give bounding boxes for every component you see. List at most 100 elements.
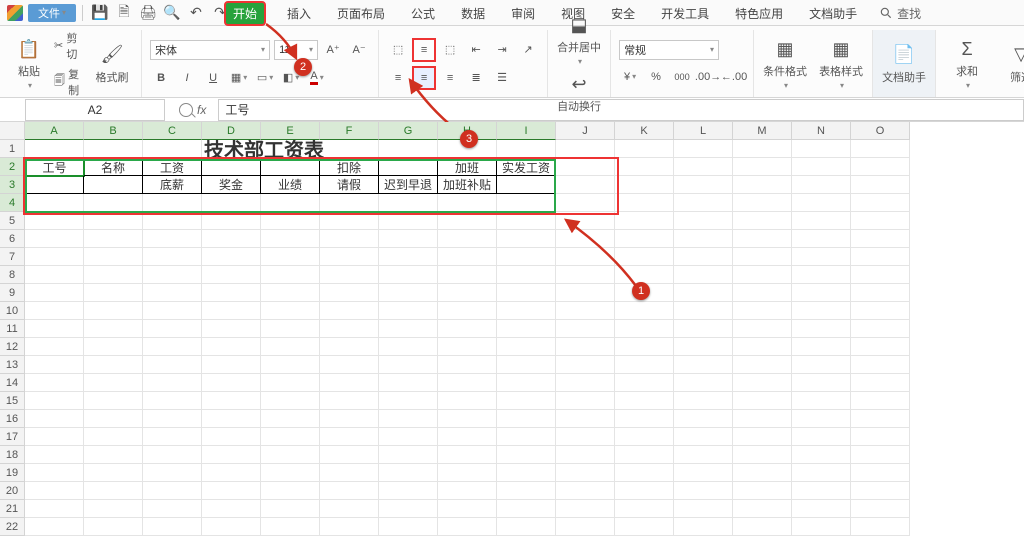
cell-A21[interactable] <box>25 500 84 518</box>
cell-A12[interactable] <box>25 338 84 356</box>
format-painter-button[interactable]: 🖌 格式刷 <box>91 34 133 94</box>
cell-J11[interactable] <box>556 320 615 338</box>
cell-K18[interactable] <box>615 446 674 464</box>
cell-K3[interactable] <box>615 176 674 194</box>
cell-H8[interactable] <box>438 266 497 284</box>
distribute-icon[interactable]: ☰ <box>491 67 513 89</box>
cell-A8[interactable] <box>25 266 84 284</box>
tab-formula[interactable]: 公式 <box>407 3 439 24</box>
col-header-N[interactable]: N <box>792 122 851 140</box>
undo-icon[interactable]: ↶ <box>185 3 207 23</box>
cell-C14[interactable] <box>143 374 202 392</box>
cell-D14[interactable] <box>202 374 261 392</box>
cell-E15[interactable] <box>261 392 320 410</box>
name-box[interactable]: A2 <box>25 99 165 121</box>
cell-M20[interactable] <box>733 482 792 500</box>
cell-K10[interactable] <box>615 302 674 320</box>
cell-K6[interactable] <box>615 230 674 248</box>
cell-N5[interactable] <box>792 212 851 230</box>
cell-J8[interactable] <box>556 266 615 284</box>
cell-D13[interactable] <box>202 356 261 374</box>
cell-G20[interactable] <box>379 482 438 500</box>
tab-review[interactable]: 审阅 <box>507 3 539 24</box>
cell-D15[interactable] <box>202 392 261 410</box>
row-header-11[interactable]: 11 <box>0 320 25 338</box>
cell-A11[interactable] <box>25 320 84 338</box>
cell-E5[interactable] <box>261 212 320 230</box>
cell-B3[interactable] <box>84 176 143 194</box>
cell-B13[interactable] <box>84 356 143 374</box>
cell-C2[interactable]: 工资 <box>143 158 202 176</box>
cell-N4[interactable] <box>792 194 851 212</box>
cell-E22[interactable] <box>261 518 320 536</box>
cell-H17[interactable] <box>438 428 497 446</box>
cell-I7[interactable] <box>497 248 556 266</box>
cell-E12[interactable] <box>261 338 320 356</box>
cell-N10[interactable] <box>792 302 851 320</box>
cell-C3[interactable]: 底薪 <box>143 176 202 194</box>
find-button[interactable]: 查找 <box>879 5 921 22</box>
cell-K14[interactable] <box>615 374 674 392</box>
row-header-14[interactable]: 14 <box>0 374 25 392</box>
cell-H10[interactable] <box>438 302 497 320</box>
cell-C1[interactable] <box>143 140 202 158</box>
cell-B14[interactable] <box>84 374 143 392</box>
sum-button[interactable]: Σ求和 <box>944 34 990 94</box>
cell-L15[interactable] <box>674 392 733 410</box>
row-header-1[interactable]: 1 <box>0 140 25 158</box>
cell-F8[interactable] <box>320 266 379 284</box>
cell-N22[interactable] <box>792 518 851 536</box>
cell-K16[interactable] <box>615 410 674 428</box>
cell-E19[interactable] <box>261 464 320 482</box>
cell-I15[interactable] <box>497 392 556 410</box>
cut-button[interactable]: ✂ 剪切 <box>54 30 87 62</box>
cell-E14[interactable] <box>261 374 320 392</box>
cell-A7[interactable] <box>25 248 84 266</box>
cell-L17[interactable] <box>674 428 733 446</box>
cell-A14[interactable] <box>25 374 84 392</box>
cell-L6[interactable] <box>674 230 733 248</box>
cell-H11[interactable] <box>438 320 497 338</box>
cell-O6[interactable] <box>851 230 910 248</box>
cell-G13[interactable] <box>379 356 438 374</box>
cell-L22[interactable] <box>674 518 733 536</box>
cell-B15[interactable] <box>84 392 143 410</box>
cell-J19[interactable] <box>556 464 615 482</box>
cell-E18[interactable] <box>261 446 320 464</box>
align-top-icon[interactable]: ⬚ <box>387 39 409 61</box>
col-header-M[interactable]: M <box>733 122 792 140</box>
wrap-text-button[interactable]: ↩ 自动换行 <box>556 72 602 114</box>
cell-J22[interactable] <box>556 518 615 536</box>
cell-L11[interactable] <box>674 320 733 338</box>
cell-A16[interactable] <box>25 410 84 428</box>
row-header-12[interactable]: 12 <box>0 338 25 356</box>
font-name-select[interactable]: 宋体 <box>150 40 270 60</box>
align-left-icon[interactable]: ≡ <box>387 67 409 89</box>
cell-M13[interactable] <box>733 356 792 374</box>
cell-D22[interactable] <box>202 518 261 536</box>
cell-H21[interactable] <box>438 500 497 518</box>
cell-I22[interactable] <box>497 518 556 536</box>
cell-F5[interactable] <box>320 212 379 230</box>
cell-I11[interactable] <box>497 320 556 338</box>
cell-D9[interactable] <box>202 284 261 302</box>
cell-G2[interactable] <box>379 158 438 176</box>
cell-L1[interactable] <box>674 140 733 158</box>
cell-D11[interactable] <box>202 320 261 338</box>
col-header-A[interactable]: A <box>25 122 84 140</box>
formula-input[interactable]: 工号 <box>218 99 1024 121</box>
cell-L12[interactable] <box>674 338 733 356</box>
cell-G9[interactable] <box>379 284 438 302</box>
cell-D3[interactable]: 奖金 <box>202 176 261 194</box>
cell-M17[interactable] <box>733 428 792 446</box>
cell-K20[interactable] <box>615 482 674 500</box>
cell-O7[interactable] <box>851 248 910 266</box>
cell-D17[interactable] <box>202 428 261 446</box>
cell-G16[interactable] <box>379 410 438 428</box>
cell-L3[interactable] <box>674 176 733 194</box>
align-center-icon[interactable]: ≡ <box>413 67 435 89</box>
cell-F15[interactable] <box>320 392 379 410</box>
cell-A6[interactable] <box>25 230 84 248</box>
cell-G7[interactable] <box>379 248 438 266</box>
cell-D5[interactable] <box>202 212 261 230</box>
